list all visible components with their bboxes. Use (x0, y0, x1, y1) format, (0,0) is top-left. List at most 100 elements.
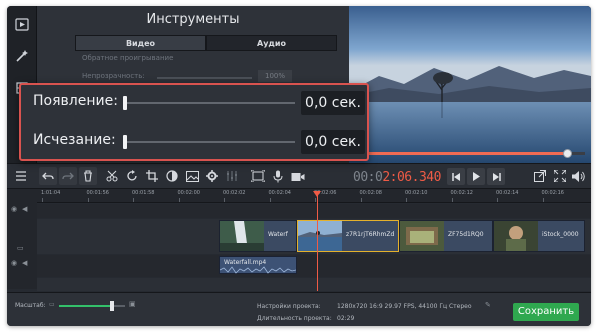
zoom-in-icon[interactable]: ▣ (129, 300, 136, 308)
clip-thumbnail (400, 221, 444, 251)
menu-icon[interactable] (12, 167, 30, 185)
ruler-tick-mark (406, 198, 407, 202)
delete-icon[interactable] (79, 167, 97, 185)
track-eye-icon[interactable]: ◉ (11, 205, 17, 213)
save-button[interactable]: Сохранить (513, 303, 579, 321)
reverse-playback-label: Обратное проигрывание (82, 54, 174, 62)
fade-in-slider[interactable] (125, 102, 295, 104)
audio-track[interactable] (37, 255, 591, 277)
fade-in-slider-handle[interactable] (123, 96, 127, 110)
ruler-tick-mark (269, 198, 271, 202)
fade-in-label: Появление: (33, 93, 118, 109)
playhead-line[interactable] (317, 191, 318, 291)
editing-toolbar: 00:02:06.340 (7, 163, 591, 189)
fade-out-slider-handle[interactable] (123, 135, 127, 149)
tools-tabs: Видео Аудио (75, 35, 337, 51)
fade-out-label: Исчезание: (33, 132, 116, 148)
ruler-tick-label: 00:02:00 (177, 190, 200, 196)
ruler-tick-label: 00:02:04 (268, 190, 291, 196)
tab-video[interactable]: Видео (75, 35, 206, 51)
clip-thumbnail (220, 221, 264, 251)
zoom-slider[interactable] (59, 301, 125, 311)
volume-icon[interactable] (569, 167, 587, 185)
audio-clip-name: Waterfall.mp4 (224, 259, 267, 266)
ruler-tick-mark (87, 198, 89, 202)
ruler-tick-label: 00:02:16 (541, 190, 564, 196)
microphone-icon[interactable] (269, 167, 287, 185)
zoom-slider-handle[interactable] (109, 301, 114, 311)
next-frame-button[interactable] (487, 168, 505, 185)
ruler-tick-mark (497, 198, 498, 202)
preview-seek-progress (357, 152, 567, 155)
video-clip[interactable]: Waterf (219, 220, 297, 252)
rotate-icon[interactable] (123, 167, 141, 185)
main-track-mute-icon[interactable]: ◀ (22, 259, 27, 267)
timecode-prefix: 00:0 (353, 170, 383, 185)
track-mute-icon[interactable]: ◀ (22, 205, 27, 213)
media-import-icon[interactable] (11, 14, 33, 34)
overlay-track[interactable] (37, 204, 591, 218)
preview-frame-image (349, 6, 591, 163)
cut-icon[interactable] (103, 167, 121, 185)
bottom-bar: Масштаб: ▭ ▣ Настройки проекта: 1280x720… (7, 292, 591, 326)
opacity-value[interactable]: 100% (258, 70, 292, 82)
track-headers: ◉ ◀ ▭ ◉ ◀ (7, 189, 37, 289)
transition-callout: Появление: 0,0 сек. Исчезание: 0,0 сек. (19, 83, 369, 161)
ruler-tick-label: 00:02:02 (223, 190, 246, 196)
ruler-tick-label: 00:01:58 (132, 190, 155, 196)
preview-seek-handle[interactable] (562, 149, 572, 158)
music-track[interactable] (37, 278, 591, 291)
color-adjust-icon[interactable] (163, 167, 181, 185)
video-preview[interactable] (349, 6, 591, 163)
audio-waveform (220, 266, 296, 274)
video-clip[interactable]: iStock_0000 (493, 220, 585, 252)
project-settings-value: 1280x720 16:9 29.97 FPS, 44100 Гц Стерео (337, 303, 472, 310)
ruler-tick-label: 00:02:08 (359, 190, 382, 196)
zoom-out-icon[interactable]: ▭ (49, 301, 55, 308)
ruler-tick-label: 00:02:10 (405, 190, 428, 196)
ruler-tick-mark (542, 198, 544, 202)
ruler-tick-mark (178, 198, 180, 202)
redo-icon[interactable] (59, 167, 77, 185)
crop-icon[interactable] (143, 167, 161, 185)
fade-out-value[interactable]: 0,0 сек. (301, 130, 365, 154)
project-duration-value: 02:29 (337, 315, 355, 322)
track-link-icon[interactable]: ▭ (17, 244, 24, 252)
clip-name: Waterf (268, 231, 288, 238)
timecode-current: 2:06.340 (382, 170, 441, 185)
fade-in-value[interactable]: 0,0 сек. (301, 91, 365, 115)
clip-name: z7R1rjT6RhmZd (346, 231, 395, 238)
tab-audio[interactable]: Аудио (206, 35, 337, 51)
zoom-label: Масштаб: (15, 302, 46, 309)
zoom-slider-fill (59, 305, 112, 307)
edit-pencil-icon[interactable]: ✎ (485, 301, 491, 309)
undo-icon[interactable] (39, 167, 57, 185)
opacity-slider[interactable] (157, 77, 252, 79)
project-settings-label: Настройки проекта: (257, 303, 321, 310)
clip-thumbnail (494, 221, 538, 251)
stabilize-icon[interactable] (249, 167, 267, 185)
ruler-tick-mark (451, 198, 453, 202)
preview-seek-bar[interactable] (357, 149, 585, 158)
image-icon[interactable] (183, 167, 201, 185)
previous-frame-button[interactable] (447, 168, 465, 185)
opacity-label: Непрозрачность: (82, 72, 145, 80)
record-video-icon[interactable] (289, 167, 307, 185)
audio-clip[interactable]: Waterfall.mp4 (219, 256, 297, 274)
selected-video-clip[interactable]: z7R1rjT6RhmZd (297, 220, 399, 252)
equalizer-icon[interactable] (223, 167, 241, 185)
video-clip[interactable]: ZF75d1RQ0 (399, 220, 493, 252)
ruler-tick-mark (133, 198, 134, 202)
magic-wand-icon[interactable] (11, 46, 33, 66)
settings-gear-icon[interactable] (203, 167, 221, 185)
fade-out-slider[interactable] (125, 141, 295, 143)
fullscreen-icon[interactable] (551, 167, 569, 185)
ruler-tick-label: 00:02:14 (496, 190, 519, 196)
ruler-tick-mark (315, 198, 316, 202)
project-duration-label: Длительность проекта: (257, 315, 332, 322)
detach-preview-icon[interactable] (531, 167, 549, 185)
play-button[interactable] (467, 168, 485, 185)
ruler-tick-label: 00:01:56 (86, 190, 109, 196)
video-editor-window: Инструменты Видео Аудио Обратное проигры… (7, 6, 591, 326)
main-track-eye-icon[interactable]: ◉ (11, 259, 17, 267)
